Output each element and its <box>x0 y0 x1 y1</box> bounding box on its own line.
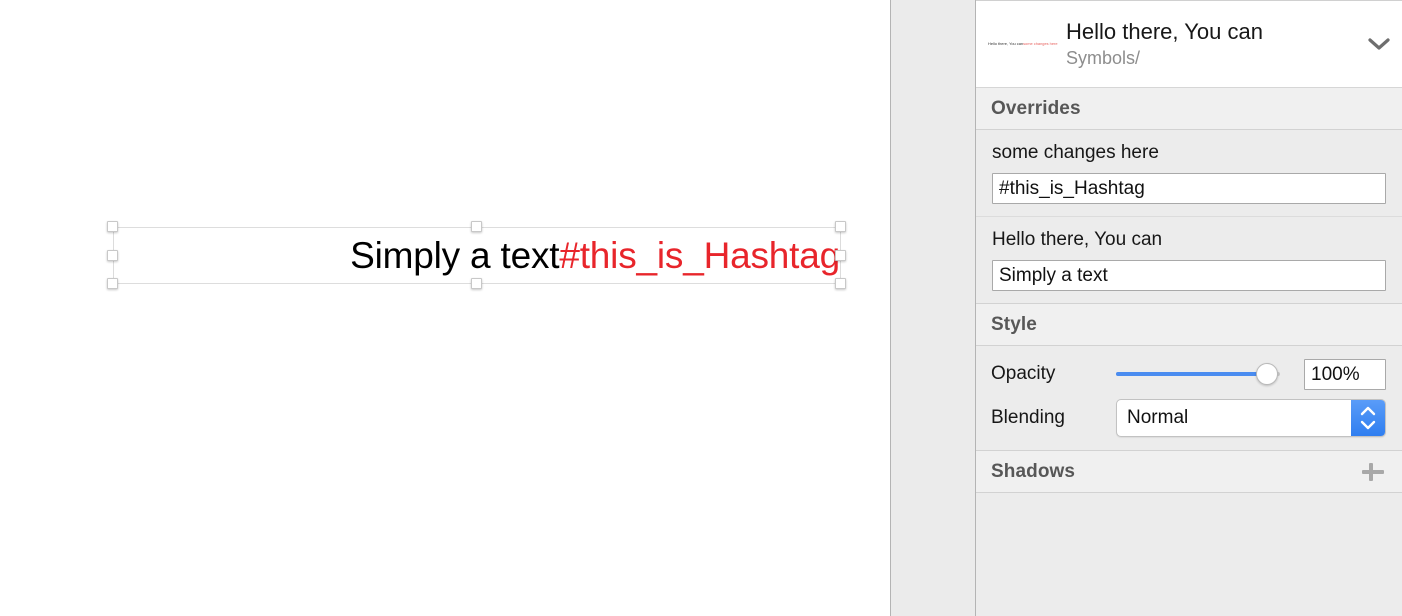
resize-handle-middle-right[interactable] <box>835 250 846 261</box>
override-row: some changes here <box>976 130 1402 216</box>
symbol-title-group: Hello there, You can Symbols/ <box>1060 18 1366 70</box>
section-header-overrides: Overrides <box>976 88 1402 130</box>
symbol-thumbnail-text: Hello there, You cansome changes here <box>988 41 1058 47</box>
section-header-style: Style <box>976 304 1402 346</box>
style-body: Opacity 100% Blending Normal <box>976 346 1402 451</box>
symbol-name: Hello there, You can <box>1066 19 1263 44</box>
resize-handle-middle-left[interactable] <box>107 250 118 261</box>
opacity-row: Opacity 100% <box>976 352 1402 396</box>
overrides-header-label: Overrides <box>991 97 1081 119</box>
stepper-up-down-icon[interactable] <box>1351 400 1385 436</box>
symbol-thumbnail-text-red: some changes here <box>1023 41 1058 46</box>
opacity-slider[interactable] <box>1116 361 1290 387</box>
override-row: Hello there, You can <box>976 216 1402 303</box>
opacity-slider-knob[interactable] <box>1256 363 1278 385</box>
blending-row: Blending Normal <box>976 396 1402 440</box>
override-value-input[interactable] <box>992 173 1386 204</box>
overrides-body: some changes here Hello there, You can <box>976 130 1402 304</box>
shadows-body <box>976 493 1402 533</box>
resize-handle-top-right[interactable] <box>835 221 846 232</box>
blending-selected-value: Normal <box>1127 407 1189 428</box>
resize-handle-bottom-right[interactable] <box>835 278 846 289</box>
resize-handle-bottom-left[interactable] <box>107 278 118 289</box>
canvas-gutter <box>891 0 975 616</box>
layer-text-red: #this_is_Hashtag <box>559 235 840 276</box>
resize-handle-top-center[interactable] <box>471 221 482 232</box>
symbol-master-header[interactable]: Hello there, You cansome changes here He… <box>976 0 1402 88</box>
chevron-down-icon[interactable] <box>1366 31 1392 57</box>
opacity-value-field[interactable]: 100% <box>1304 358 1386 390</box>
layer-text-content: Simply a text#this_is_Hashtag <box>113 227 840 284</box>
opacity-slider-fill <box>1116 372 1266 376</box>
plus-icon[interactable] <box>1360 459 1386 485</box>
section-header-shadows: Shadows <box>976 451 1402 493</box>
app-root: Simply a text#this_is_Hashtag Hello ther… <box>0 0 1402 616</box>
blending-select[interactable]: Normal <box>1116 399 1386 437</box>
style-header-label: Style <box>991 313 1037 335</box>
override-label: some changes here <box>992 142 1159 163</box>
inspector-panel: Hello there, You cansome changes here He… <box>976 0 1402 616</box>
override-value-input[interactable] <box>992 260 1386 291</box>
symbol-path: Symbols/ <box>1066 48 1141 68</box>
override-label: Hello there, You can <box>992 229 1163 250</box>
canvas-area[interactable]: Simply a text#this_is_Hashtag <box>0 0 890 616</box>
resize-handle-top-left[interactable] <box>107 221 118 232</box>
layer-text-black: Simply a text <box>350 235 560 276</box>
opacity-label: Opacity <box>991 363 1056 384</box>
resize-handle-bottom-center[interactable] <box>471 278 482 289</box>
symbol-thumbnail: Hello there, You cansome changes here <box>984 22 1060 66</box>
selected-text-layer[interactable]: Simply a text#this_is_Hashtag <box>107 221 846 289</box>
symbol-thumbnail-text-black: Hello there, You can <box>988 41 1024 46</box>
blending-label: Blending <box>991 407 1065 428</box>
shadows-header-label: Shadows <box>991 460 1076 482</box>
